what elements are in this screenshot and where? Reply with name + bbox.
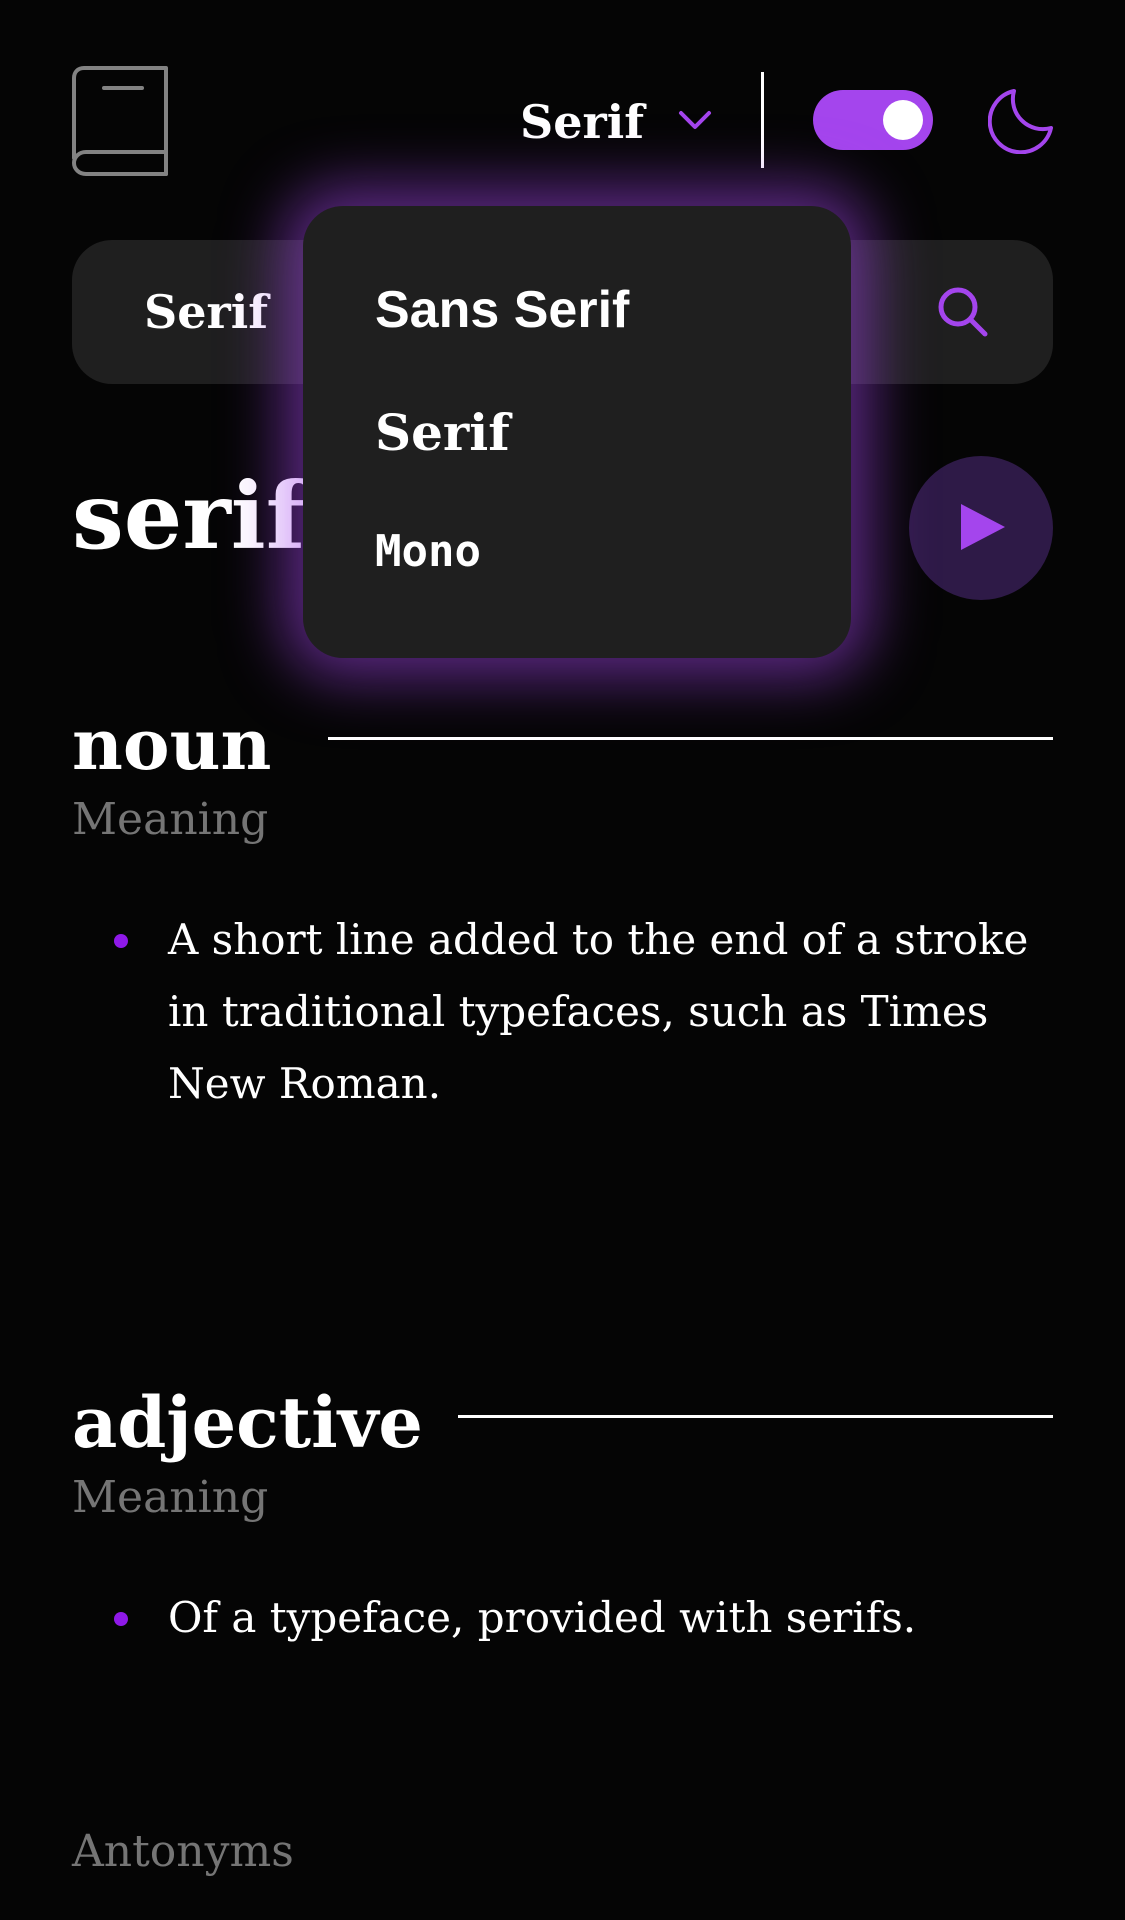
bullet [114, 1612, 128, 1626]
antonyms-label: Antonyms [72, 1826, 294, 1877]
font-option-mono[interactable]: Mono [375, 530, 481, 574]
meaning-label: Meaning [72, 1472, 269, 1523]
theme-toggle[interactable] [813, 90, 933, 150]
toggle-knob [883, 100, 923, 140]
section-divider [458, 1415, 1053, 1418]
search-input[interactable]: Serif [144, 240, 268, 384]
font-option-sans-serif[interactable]: Sans Serif [375, 284, 629, 336]
meaning-label: Meaning [72, 794, 269, 845]
section-divider [328, 737, 1053, 740]
bullet [114, 934, 128, 948]
part-of-speech-adjective: adjective [72, 1381, 423, 1464]
part-of-speech-noun: noun [72, 703, 272, 786]
font-option-serif[interactable]: Serif [375, 408, 510, 458]
header-divider [761, 72, 764, 168]
definition-text: A short line added to the end of a strok… [168, 915, 1029, 1108]
definition-list: A short line added to the end of a strok… [72, 904, 1052, 1120]
search-icon[interactable] [937, 286, 989, 338]
definition-list: Of a typeface, provided with serifs. [72, 1582, 1052, 1654]
list-item: Of a typeface, provided with serifs. [72, 1582, 1052, 1654]
font-dropdown-menu: Sans Serif Serif Mono [303, 206, 851, 658]
chevron-down-icon [678, 108, 712, 132]
play-button[interactable] [909, 456, 1053, 600]
play-icon [961, 504, 1005, 550]
font-selector-label: Serif [520, 95, 644, 149]
list-item: A short line added to the end of a strok… [72, 904, 1052, 1120]
definition-text: Of a typeface, provided with serifs. [168, 1593, 917, 1642]
font-selector[interactable]: Serif [500, 82, 720, 162]
moon-icon[interactable] [987, 88, 1054, 155]
word-heading: serif [72, 462, 306, 570]
book-icon [72, 66, 168, 176]
